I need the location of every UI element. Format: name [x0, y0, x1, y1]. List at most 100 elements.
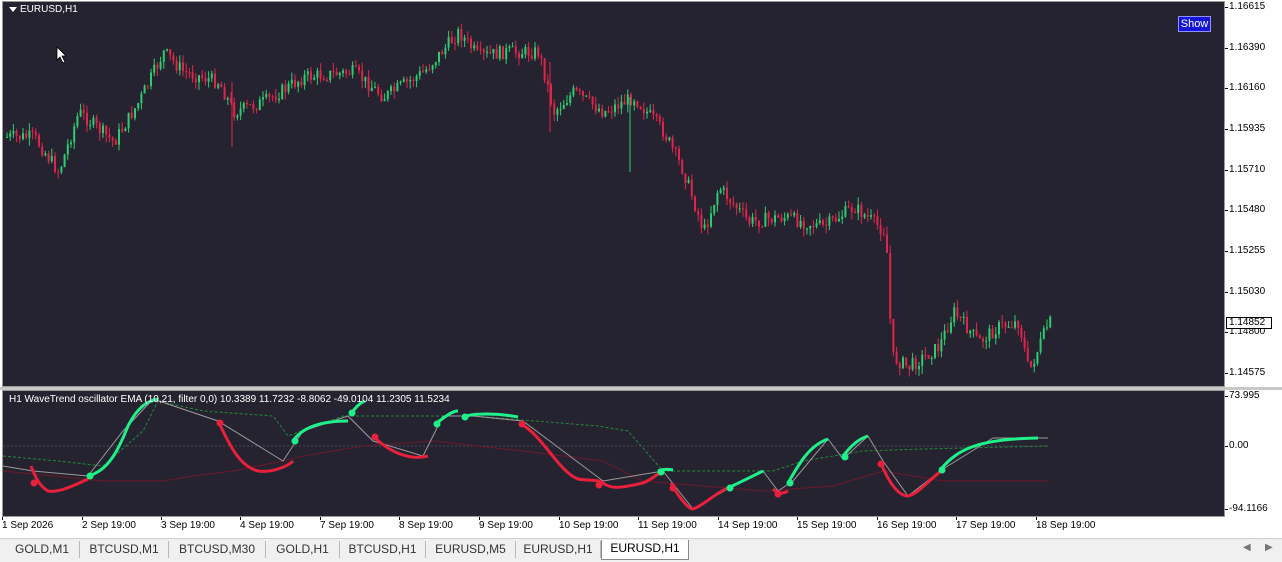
candle-body	[591, 96, 594, 105]
candle-body	[716, 192, 719, 205]
candle-body	[678, 148, 680, 160]
signal-dot	[371, 433, 379, 441]
candle-body	[530, 55, 533, 59]
price-level-label: 1.16390	[1229, 42, 1266, 53]
oscillator-up-segment	[462, 412, 519, 419]
candle-body	[828, 216, 831, 226]
candle-body	[66, 144, 69, 155]
tab-btcusd-m30[interactable]: BTCUSD,M30	[169, 541, 266, 558]
candle-body	[703, 224, 706, 228]
candle-body	[844, 206, 847, 217]
tab-btcusd-h1[interactable]: BTCUSD,H1	[340, 541, 426, 558]
price-axis[interactable]: 1.16615 1.16390 1.16160 1.15935 1.15710 …	[1225, 0, 1282, 388]
tab-eurusd-m5[interactable]: EURUSD,M5	[426, 541, 516, 558]
candle-body	[790, 214, 792, 216]
candle-body	[306, 71, 309, 75]
candle-body	[642, 108, 645, 114]
signal-dot	[216, 419, 224, 427]
tab-eurusd-h1-active[interactable]: EURUSD,H1	[601, 540, 689, 560]
candle-body	[63, 154, 66, 167]
candle-body	[834, 217, 837, 222]
candle-body	[617, 104, 620, 109]
candle-body	[130, 112, 133, 119]
candle-body	[182, 62, 184, 71]
time-axis[interactable]: 1 Sep 2026 2 Sep 19:00 3 Sep 19:00 4 Sep…	[0, 517, 1226, 537]
candle-body	[86, 112, 88, 126]
current-price-marker: 1.14852	[1226, 317, 1272, 329]
candle-body	[105, 125, 108, 135]
candle-body	[156, 64, 159, 69]
candle-body	[479, 49, 482, 51]
candle-body	[386, 91, 389, 100]
candle-body	[310, 71, 312, 80]
candle-body	[198, 75, 200, 83]
candle-body	[914, 358, 917, 370]
candle-body	[726, 187, 728, 200]
oscillator-line	[3, 398, 1048, 510]
show-button[interactable]: Show	[1178, 16, 1211, 32]
candle-body	[486, 51, 488, 53]
candle-body	[876, 216, 879, 225]
candle-body	[1023, 337, 1026, 349]
indicator-pane[interactable]: H1 WaveTrend oscillator EMA (10,21, filt…	[2, 390, 1225, 517]
candle-body	[28, 130, 31, 138]
candle-body	[588, 95, 591, 97]
candle-body	[636, 101, 639, 107]
candle-body	[850, 207, 853, 212]
candle-body	[399, 81, 402, 83]
tab-gold-h1[interactable]: GOLD,H1	[266, 541, 340, 558]
scroll-left-icon[interactable]: ◀	[1243, 542, 1251, 553]
tab-eurusd-h1[interactable]: EURUSD,H1	[516, 541, 601, 558]
time-label: 17 Sep 19:00	[956, 520, 1016, 531]
candle-body	[191, 72, 194, 79]
candle-body	[329, 70, 332, 81]
candle-body	[412, 80, 415, 82]
candle-body	[978, 335, 981, 339]
candle-body	[534, 47, 536, 59]
candle-body	[1026, 348, 1029, 361]
candle-body	[258, 99, 261, 111]
signal-dot	[433, 420, 441, 428]
candle-body	[454, 43, 456, 45]
indicator-axis[interactable]: 73.995 0.00 -94.1166	[1225, 390, 1282, 517]
candle-body	[511, 46, 514, 48]
tab-btcusd-m1[interactable]: BTCUSD,M1	[80, 541, 169, 558]
candle-body	[118, 129, 120, 145]
chart-area[interactable]: EURUSD,H1 Show H1 WaveTrend oscillator E…	[0, 0, 1282, 538]
candle-body	[521, 54, 524, 59]
candle-body	[921, 354, 924, 367]
tab-gold-m1[interactable]: GOLD,M1	[5, 541, 80, 558]
symbol-text: EURUSD,H1	[20, 4, 78, 15]
price-level-label: 1.16160	[1229, 82, 1266, 93]
scroll-right-icon[interactable]: ▶	[1265, 542, 1273, 553]
candle-body	[866, 214, 869, 217]
candle-body	[438, 51, 440, 63]
candle-body	[729, 199, 732, 203]
candle-body	[150, 72, 152, 87]
price-pane[interactable]: EURUSD,H1 Show	[2, 1, 1225, 387]
signal-dot	[841, 453, 849, 461]
candle-body	[879, 224, 882, 234]
candle-body	[1001, 322, 1004, 324]
candle-body	[463, 37, 466, 41]
symbol-label[interactable]: EURUSD,H1	[9, 4, 78, 15]
candle-body	[111, 137, 114, 141]
candle-body	[300, 81, 303, 86]
candle-body	[124, 128, 127, 132]
candle-body	[460, 29, 463, 41]
triangle-down-icon[interactable]	[9, 7, 17, 12]
candle-body	[326, 80, 328, 82]
candle-body	[578, 90, 581, 92]
candle-body	[470, 38, 472, 49]
oscillator-up-segment	[727, 469, 764, 490]
candle-body	[82, 109, 85, 113]
candle-body	[271, 96, 274, 98]
candle-body	[354, 65, 357, 67]
candle-body	[908, 365, 911, 370]
candle-body	[719, 189, 722, 193]
candle-body	[482, 49, 485, 53]
candle-body	[889, 252, 892, 319]
candle-body	[361, 70, 364, 82]
candle-body	[287, 83, 290, 92]
signal-dot	[86, 472, 94, 480]
